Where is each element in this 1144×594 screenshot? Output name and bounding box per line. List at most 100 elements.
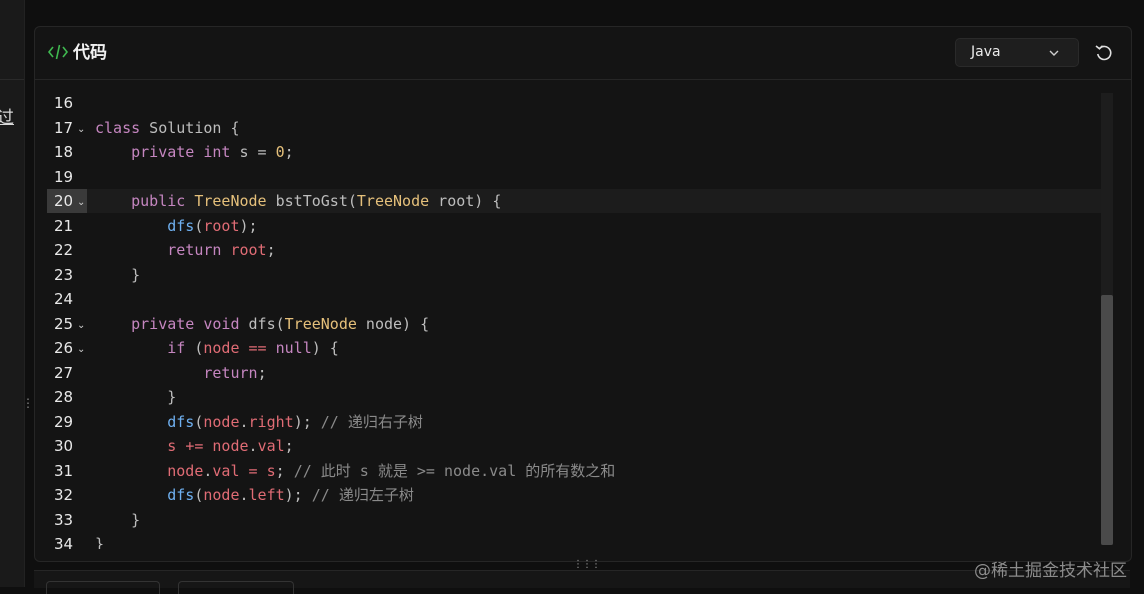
code-line[interactable]: 31 node.val = s; // 此时 s 就是 >= node.val … <box>47 459 1101 483</box>
code-token: } <box>95 510 141 529</box>
code-token: dfs <box>167 216 195 235</box>
code-text: private void dfs(TreeNode node) { <box>95 312 429 336</box>
code-line[interactable]: 27 return; <box>47 361 1101 385</box>
code-token: if <box>167 339 186 357</box>
code-text: dfs(node.left); // 递归左子树 <box>95 483 414 507</box>
left-panel-link[interactable]: 过 <box>0 103 14 128</box>
code-token: dfs( <box>239 314 285 333</box>
scrollbar-thumb[interactable] <box>1101 295 1113 545</box>
code-token: += <box>185 437 204 455</box>
code-token: public <box>131 192 186 210</box>
line-number: 23 <box>54 265 74 284</box>
code-line[interactable]: 21 dfs(root); <box>47 214 1101 238</box>
code-token: node <box>203 412 240 431</box>
divider <box>0 79 24 80</box>
code-token: root) { <box>429 192 502 210</box>
fold-chevron-icon[interactable]: ⌄ <box>77 123 85 137</box>
fold-chevron-icon[interactable]: ⌄ <box>77 319 85 333</box>
code-token: val <box>257 437 285 455</box>
editor-scrollbar[interactable] <box>1101 93 1113 545</box>
bottom-tab[interactable] <box>178 581 294 594</box>
code-token: return <box>167 241 222 259</box>
code-token: ; <box>284 437 294 455</box>
code-line[interactable]: 30 s += node.val; <box>47 434 1101 458</box>
fold-chevron-icon[interactable]: ⌄ <box>77 343 85 357</box>
code-token: private <box>131 314 195 333</box>
code-text: s += node.val; <box>95 434 294 458</box>
code-token: s = <box>230 143 276 161</box>
code-token: bstToGst( <box>266 192 357 210</box>
code-line[interactable]: 34} <box>47 532 1101 549</box>
code-token: . <box>239 486 249 504</box>
code-line[interactable]: 22 return root; <box>47 238 1101 262</box>
fold-chevron-icon[interactable]: ⌄ <box>77 196 85 210</box>
code-line[interactable]: 33 } <box>47 508 1101 532</box>
code-token: null <box>275 339 312 357</box>
code-token: node) { <box>356 314 430 333</box>
code-text: return root; <box>95 238 276 262</box>
line-number: 32 <box>54 486 74 504</box>
code-token: dfs <box>167 412 195 431</box>
code-token: TreeNode <box>194 192 267 210</box>
code-token: left <box>248 486 285 504</box>
code-token: class <box>95 118 141 137</box>
code-token: node <box>212 437 249 455</box>
code-token: ) { <box>311 339 339 357</box>
code-line[interactable]: 23 } <box>47 263 1101 287</box>
code-text: } <box>95 532 104 549</box>
code-line[interactable]: 17 ⌄ class Solution { <box>47 116 1101 140</box>
code-text: private int s = 0; <box>95 140 294 164</box>
code-panel-header: 代码 Java <box>35 27 1131 80</box>
code-token: ; <box>266 241 276 259</box>
code-line[interactable]: 18 private int s = 0; <box>47 140 1101 164</box>
language-select[interactable]: Java <box>955 38 1079 67</box>
code-line[interactable]: 19 <box>47 165 1101 189</box>
code-token: right <box>248 412 294 431</box>
line-number: 29 <box>54 412 74 431</box>
code-text: } <box>95 508 140 532</box>
code-token: s <box>167 437 177 455</box>
code-token: } <box>95 535 105 549</box>
line-number: 34 <box>54 535 74 549</box>
code-token: val <box>212 461 240 480</box>
code-token: ( <box>185 339 204 357</box>
code-token: 0 <box>275 143 285 161</box>
bottom-tab[interactable] <box>46 581 160 594</box>
code-token: ; <box>284 143 294 161</box>
code-text: dfs(node.right); // 递归右子树 <box>95 410 423 434</box>
code-editor[interactable]: 16 17 ⌄ class Solution {18 private int s = … <box>47 89 1115 549</box>
code-token: == <box>248 339 267 357</box>
code-token: private <box>131 143 195 161</box>
line-number: 28 <box>54 388 74 406</box>
code-token: // 递归左子树 <box>311 486 414 504</box>
code-text: node.val = s; // 此时 s 就是 >= node.val 的所有… <box>95 459 615 483</box>
code-token: ); <box>293 412 321 431</box>
line-number: 27 <box>54 363 74 382</box>
left-panel-strip: 过 <box>0 0 25 587</box>
code-line[interactable]: 20 ⌄ public TreeNode bstToGst(TreeNode ro… <box>47 189 1101 213</box>
code-line[interactable]: 28 } <box>47 385 1101 409</box>
code-line[interactable]: 25 ⌄ private void dfs(TreeNode node) { <box>47 312 1101 336</box>
code-line[interactable]: 29 dfs(node.right); // 递归右子树 <box>47 410 1101 434</box>
horizontal-resize-handle[interactable]: ⋮⋮⋮ <box>573 560 601 570</box>
code-token: TreeNode <box>356 192 430 210</box>
code-line[interactable]: 16 <box>47 91 1101 115</box>
code-token: // 此时 s 就是 >= node.val 的所有数之和 <box>293 461 616 480</box>
code-token: node <box>203 339 240 357</box>
code-line[interactable]: 26 ⌄ if (node == null) { <box>47 336 1101 360</box>
reset-icon[interactable] <box>1093 42 1115 64</box>
code-panel: 代码 Java 16 17 ⌄ class Solution {18 private … <box>34 26 1132 562</box>
code-line[interactable]: 32 dfs(node.left); // 递归左子树 <box>47 483 1101 507</box>
bottom-panel <box>34 570 1130 594</box>
code-line[interactable]: 24 <box>47 287 1101 311</box>
watermark: @稀土掘金技术社区 <box>974 561 1127 581</box>
